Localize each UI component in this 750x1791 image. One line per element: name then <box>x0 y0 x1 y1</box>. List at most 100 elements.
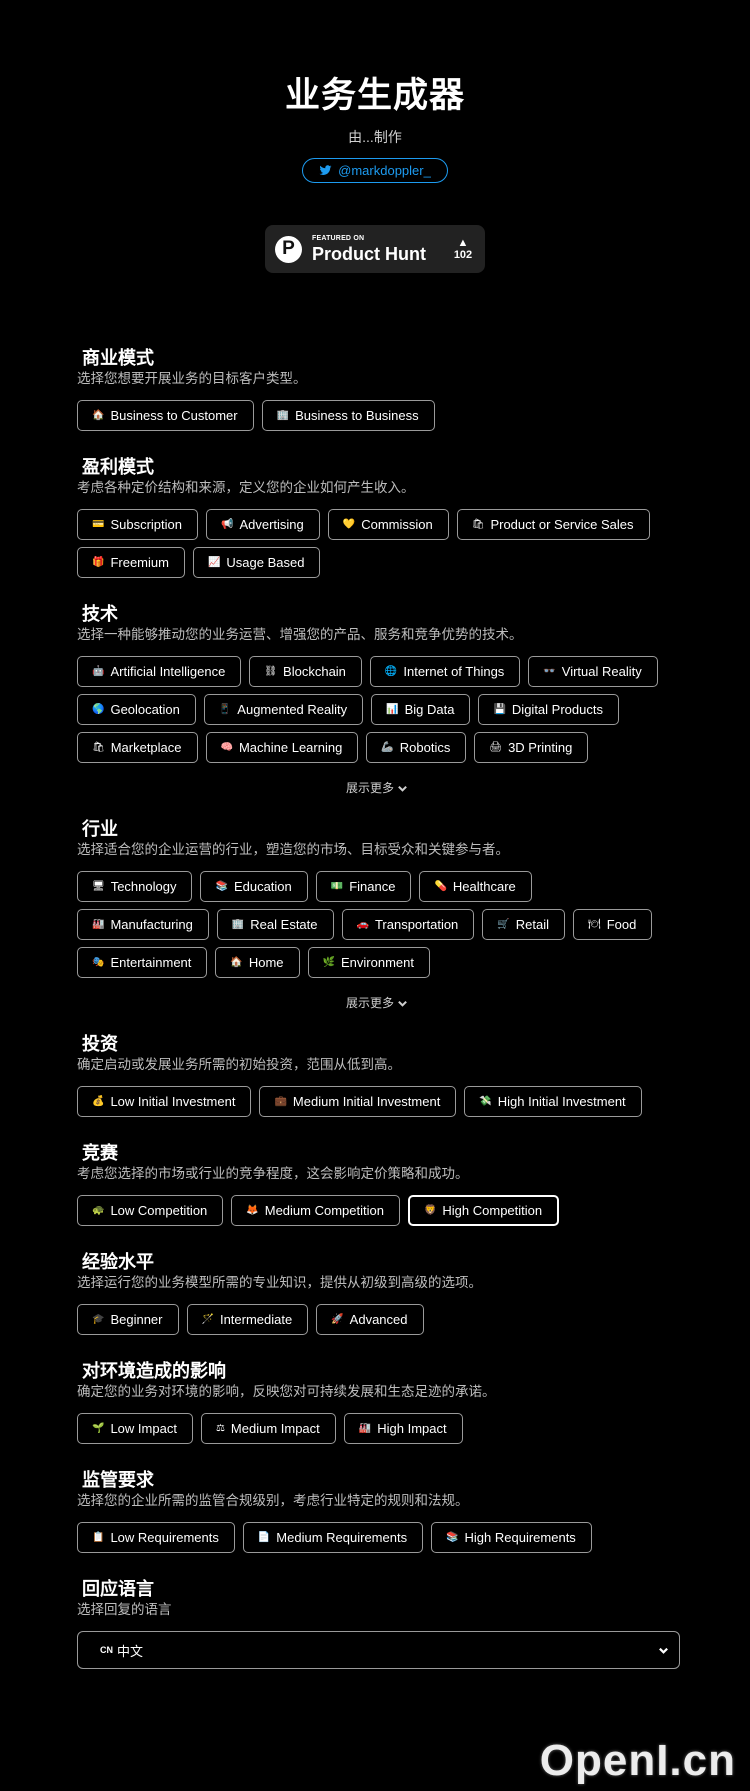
option-chip[interactable]: 📚 Education <box>200 871 308 902</box>
chevron-down-icon <box>398 785 407 792</box>
option-chip[interactable]: 💊 Healthcare <box>419 871 532 902</box>
option-chip[interactable]: 🚀 Advanced <box>316 1304 424 1335</box>
option-label: Subscription <box>110 517 182 532</box>
section-title: 监管要求 <box>82 1470 154 1490</box>
option-emoji-icon: 🦁 <box>423 1205 437 1216</box>
option-chip[interactable]: 📈 Usage Based <box>192 547 321 578</box>
option-chip[interactable]: 💳 Subscription <box>77 509 198 540</box>
option-chip[interactable]: 🛍 Marketplace <box>77 732 198 763</box>
twitter-bird-icon <box>319 165 332 175</box>
option-chip[interactable]: 🧠 Machine Learning <box>205 732 359 763</box>
option-label: Geolocation <box>110 702 180 717</box>
option-label: Retail <box>515 917 549 932</box>
option-chip[interactable]: 🖨 3D Printing <box>474 732 589 763</box>
language-select[interactable]: CN 中文 <box>77 1631 680 1669</box>
option-emoji-icon: 🖥 <box>92 881 105 892</box>
option-chip[interactable]: 👓 Virtual Reality <box>528 656 658 687</box>
option-chip[interactable]: 🪄 Intermediate <box>186 1304 309 1335</box>
technology-show-more-button[interactable]: 展示更多 <box>77 780 677 796</box>
option-chip[interactable]: 📋 Low Requirements <box>77 1522 235 1553</box>
option-label: Marketplace <box>110 740 182 755</box>
option-chip[interactable]: 📊 Big Data <box>371 694 471 725</box>
option-chip[interactable]: 🦁 High Competition <box>407 1195 560 1226</box>
option-emoji-icon: 🏠 <box>92 410 105 421</box>
option-group: 📋 Low Requirements 📄 Medium Requirements 📚 Hi… <box>77 1522 677 1560</box>
option-chip[interactable]: 🏭 High Impact <box>343 1413 463 1444</box>
option-label: Business to Business <box>295 408 419 423</box>
option-label: High Initial Investment <box>497 1094 626 1109</box>
option-label: Low Initial Investment <box>110 1094 236 1109</box>
option-chip[interactable]: 🏢 Real Estate <box>216 909 334 940</box>
twitter-handle: @markdoppler_ <box>338 163 431 178</box>
option-chip[interactable]: 🌐 Internet of Things <box>369 656 521 687</box>
option-emoji-icon: 💳 <box>92 519 105 530</box>
option-label: High Competition <box>442 1203 543 1218</box>
option-chip[interactable]: 🐢 Low Competition <box>77 1195 224 1226</box>
option-chip[interactable]: 💼 Medium Initial Investment <box>259 1086 457 1117</box>
option-chip[interactable]: 🦾 Robotics <box>366 732 467 763</box>
option-chip[interactable]: 💸 High Initial Investment <box>464 1086 642 1117</box>
option-chip[interactable]: 📄 Medium Requirements <box>242 1522 424 1553</box>
option-chip[interactable]: 💛 Commission <box>327 509 449 540</box>
option-chip[interactable]: 🎁 Freemium <box>77 547 185 578</box>
option-chip[interactable]: 🏠 Home <box>215 947 300 978</box>
twitter-link[interactable]: @markdoppler_ <box>302 158 448 183</box>
section-title: 回应语言 <box>82 1579 154 1599</box>
section-description: 选择适合您的企业运营的行业，塑造您的市场、目标受众和关键参与者。 <box>77 842 509 857</box>
option-label: Education <box>233 879 292 894</box>
option-chip[interactable]: 🏭 Manufacturing <box>77 909 209 940</box>
option-emoji-icon: ⚖ <box>215 1423 225 1434</box>
option-chip[interactable]: 🦊 Medium Competition <box>231 1195 400 1226</box>
option-chip[interactable]: 🤖 Artificial Intelligence <box>77 656 242 687</box>
industry-show-more-button[interactable]: 展示更多 <box>77 995 677 1011</box>
option-label: Medium Initial Investment <box>292 1094 441 1109</box>
section-revenue-model: 盈利模式 考虑各种定价结构和来源，定义您的企业如何产生收入。 💳 Subscrip… <box>77 456 677 585</box>
cn-flag-icon: CN <box>100 1645 113 1655</box>
option-chip[interactable]: 🌿 Environment <box>307 947 430 978</box>
option-emoji-icon: 🦊 <box>246 1205 259 1216</box>
option-chip[interactable]: 🖥 Technology <box>77 871 193 902</box>
option-chip[interactable]: ⛓ Blockchain <box>249 656 362 687</box>
option-chip[interactable]: 🛍 Product or Service Sales <box>456 509 650 540</box>
option-emoji-icon: 📄 <box>257 1532 271 1543</box>
option-chip[interactable]: 🌎 Geolocation <box>77 694 196 725</box>
option-emoji-icon: 🧠 <box>220 742 233 753</box>
option-emoji-icon: 🚗 <box>356 919 369 930</box>
option-chip[interactable]: 🌱 Low Impact <box>77 1413 193 1444</box>
option-label: Machine Learning <box>238 740 343 755</box>
section-title: 技术 <box>82 604 118 624</box>
option-label: Big Data <box>404 702 455 717</box>
section-description: 选择一种能够推动您的业务运营、增强您的产品、服务和竞争优势的技术。 <box>77 627 523 642</box>
option-label: Low Requirements <box>110 1530 219 1545</box>
option-chip[interactable]: 📢 Advertising <box>206 509 320 540</box>
option-chip[interactable]: 🛒 Retail <box>482 909 565 940</box>
option-label: Artificial Intelligence <box>110 664 226 679</box>
product-hunt-badge[interactable]: P FEATURED ON Product Hunt ▲ 102 <box>265 225 485 273</box>
section-experience: 经验水平 选择运行您的业务模型所需的专业知识，提供从初级到高级的选项。 🎓 Beg… <box>77 1251 677 1342</box>
option-chip[interactable]: 📱 Augmented Reality <box>203 694 364 725</box>
option-group: 🐢 Low Competition 🦊 Medium Competition 🦁 High… <box>77 1195 677 1233</box>
product-hunt-logo-icon: P <box>275 235 302 263</box>
show-more-label: 展示更多 <box>345 781 394 795</box>
option-emoji-icon: 📈 <box>207 557 221 568</box>
option-label: Food <box>606 917 637 932</box>
section-description: 考虑您选择的市场或行业的竞争程度，这会影响定价策略和成功。 <box>77 1166 469 1181</box>
section-regulation: 监管要求 选择您的企业所需的监管合规级别，考虑行业特定的规则和法规。 📋 Low … <box>77 1469 677 1560</box>
section-description: 选择您想要开展业务的目标客户类型。 <box>77 371 307 386</box>
option-chip[interactable]: 💵 Finance <box>315 871 412 902</box>
option-chip[interactable]: ⚖ Medium Impact <box>200 1413 336 1444</box>
option-emoji-icon: 📚 <box>215 881 228 892</box>
option-chip[interactable]: 🏢 Business to Business <box>261 400 435 431</box>
option-chip[interactable]: 🎭 Entertainment <box>77 947 208 978</box>
made-by-text: 由...制作 <box>348 129 402 145</box>
option-chip[interactable]: 🍽 Food <box>573 909 653 940</box>
option-chip[interactable]: 💾 Digital Products <box>478 694 619 725</box>
option-emoji-icon: 💸 <box>479 1096 492 1107</box>
option-label: Advanced <box>349 1312 408 1327</box>
option-chip[interactable]: 📚 High Requirements <box>431 1522 592 1553</box>
option-chip[interactable]: 💰 Low Initial Investment <box>77 1086 252 1117</box>
option-chip[interactable]: 🏠 Business to Customer <box>77 400 254 431</box>
option-chip[interactable]: 🎓 Beginner <box>77 1304 179 1335</box>
product-hunt-text: FEATURED ON Product Hunt <box>312 235 451 263</box>
option-chip[interactable]: 🚗 Transportation <box>341 909 475 940</box>
